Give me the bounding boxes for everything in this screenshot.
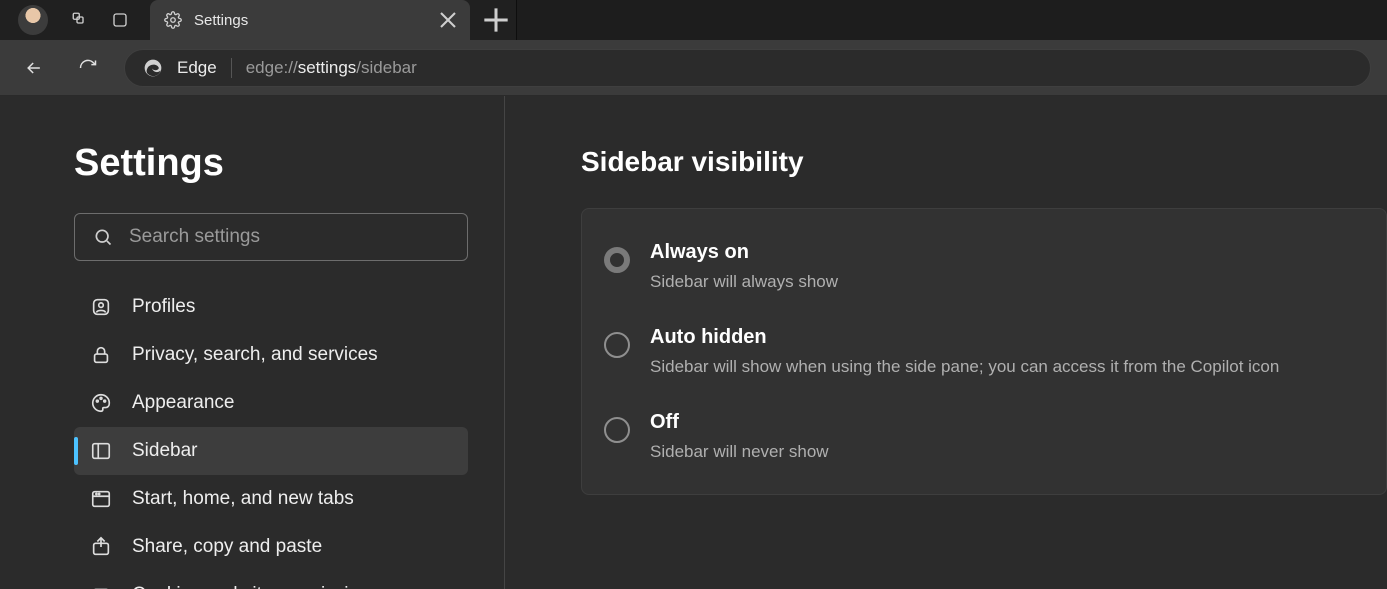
visibility-card: Always on Sidebar will always show Auto …	[581, 208, 1387, 495]
profile-avatar[interactable]	[18, 5, 48, 35]
workspaces-button[interactable]	[60, 0, 100, 40]
palette-icon	[90, 392, 112, 414]
profile-icon	[90, 296, 112, 318]
settings-main: Sidebar visibility Always on Sidebar wil…	[505, 96, 1387, 589]
titlebar-spacer	[516, 0, 1387, 40]
settings-nav: Profiles Privacy, search, and services A…	[74, 283, 468, 589]
nav-item-share[interactable]: Share, copy and paste	[74, 523, 468, 571]
square-icon	[111, 11, 129, 29]
nav-label: Sidebar	[132, 440, 198, 462]
option-off[interactable]: Off Sidebar will never show	[604, 403, 1364, 488]
tab-close-button[interactable]	[434, 6, 462, 34]
url-text: edge://settings/sidebar	[246, 58, 417, 78]
nav-item-appearance[interactable]: Appearance	[74, 379, 468, 427]
radio-icon	[604, 332, 630, 358]
option-label: Off	[650, 411, 829, 434]
option-label: Auto hidden	[650, 326, 1279, 349]
option-auto-hidden[interactable]: Auto hidden Sidebar will show when using…	[604, 318, 1364, 403]
edge-logo-icon	[143, 58, 163, 78]
cookie-icon	[90, 584, 112, 589]
browser-tab-active[interactable]: Settings	[150, 0, 470, 40]
back-button[interactable]	[16, 50, 52, 86]
nav-label: Cookies and site permissions	[132, 584, 379, 589]
radio-icon	[604, 417, 630, 443]
search-settings[interactable]	[74, 213, 468, 261]
lock-icon	[90, 344, 112, 366]
search-icon	[93, 227, 113, 247]
arrow-left-icon	[24, 58, 44, 78]
refresh-button[interactable]	[70, 50, 106, 86]
window-icon	[90, 488, 112, 510]
tab-title: Settings	[194, 12, 434, 29]
nav-item-profiles[interactable]: Profiles	[74, 283, 468, 331]
browser-toolbar: Edge edge://settings/sidebar	[0, 40, 1387, 96]
search-input[interactable]	[129, 226, 449, 248]
settings-sidebar: Settings Profiles Privacy, search, and s…	[0, 96, 505, 589]
nav-label: Appearance	[132, 392, 234, 414]
workspaces-icon	[71, 11, 89, 29]
nav-item-cookies[interactable]: Cookies and site permissions	[74, 571, 468, 589]
page-content: Settings Profiles Privacy, search, and s…	[0, 96, 1387, 589]
plus-icon	[476, 0, 516, 40]
option-desc: Sidebar will never show	[650, 442, 829, 462]
share-icon	[90, 536, 112, 558]
nav-item-sidebar[interactable]: Sidebar	[74, 427, 468, 475]
tab-actions-button[interactable]	[100, 0, 140, 40]
page-title: Settings	[74, 142, 468, 185]
refresh-icon	[78, 58, 98, 78]
radio-selected-icon	[604, 247, 630, 273]
nav-label: Share, copy and paste	[132, 536, 322, 558]
option-desc: Sidebar will show when using the side pa…	[650, 357, 1279, 377]
nav-item-privacy[interactable]: Privacy, search, and services	[74, 331, 468, 379]
window-titlebar: Settings	[0, 0, 1387, 40]
nav-label: Start, home, and new tabs	[132, 488, 354, 510]
close-icon	[434, 6, 462, 34]
nav-item-start[interactable]: Start, home, and new tabs	[74, 475, 468, 523]
option-desc: Sidebar will always show	[650, 272, 838, 292]
gear-icon	[164, 11, 182, 29]
section-title: Sidebar visibility	[581, 146, 1387, 178]
new-tab-button[interactable]	[476, 0, 516, 40]
address-bar[interactable]: Edge edge://settings/sidebar	[124, 49, 1371, 87]
panel-icon	[90, 440, 112, 462]
option-always-on[interactable]: Always on Sidebar will always show	[604, 233, 1364, 318]
option-label: Always on	[650, 241, 838, 264]
nav-label: Profiles	[132, 296, 195, 318]
nav-label: Privacy, search, and services	[132, 344, 378, 366]
site-identity: Edge	[177, 58, 232, 78]
